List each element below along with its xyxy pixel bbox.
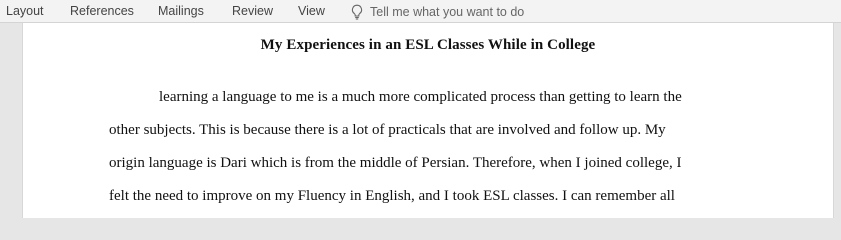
tab-layout[interactable]: Layout <box>6 4 44 18</box>
tab-review[interactable]: Review <box>232 4 273 18</box>
document-canvas: My Experiences in an ESL Classes While i… <box>0 23 841 218</box>
paragraph-line-3: origin language is Dari which is from th… <box>109 155 682 171</box>
tab-view[interactable]: View <box>298 4 325 18</box>
document-page[interactable]: My Experiences in an ESL Classes While i… <box>22 23 834 218</box>
paragraph-line-2: other subjects. This is because there is… <box>109 122 666 138</box>
tell-me-search[interactable]: Tell me what you want to do <box>350 3 524 21</box>
lightbulb-icon <box>351 4 363 20</box>
paragraph-line-4: felt the need to improve on my Fluency i… <box>109 188 675 204</box>
tell-me-placeholder: Tell me what you want to do <box>370 5 525 19</box>
document-title: My Experiences in an ESL Classes While i… <box>260 37 596 53</box>
ribbon-tabs: Layout References Mailings Review View T… <box>0 0 841 23</box>
tab-references[interactable]: References <box>70 4 134 18</box>
tab-mailings[interactable]: Mailings <box>158 4 204 18</box>
paragraph-line-1: learning a language to me is a much more… <box>159 89 682 105</box>
